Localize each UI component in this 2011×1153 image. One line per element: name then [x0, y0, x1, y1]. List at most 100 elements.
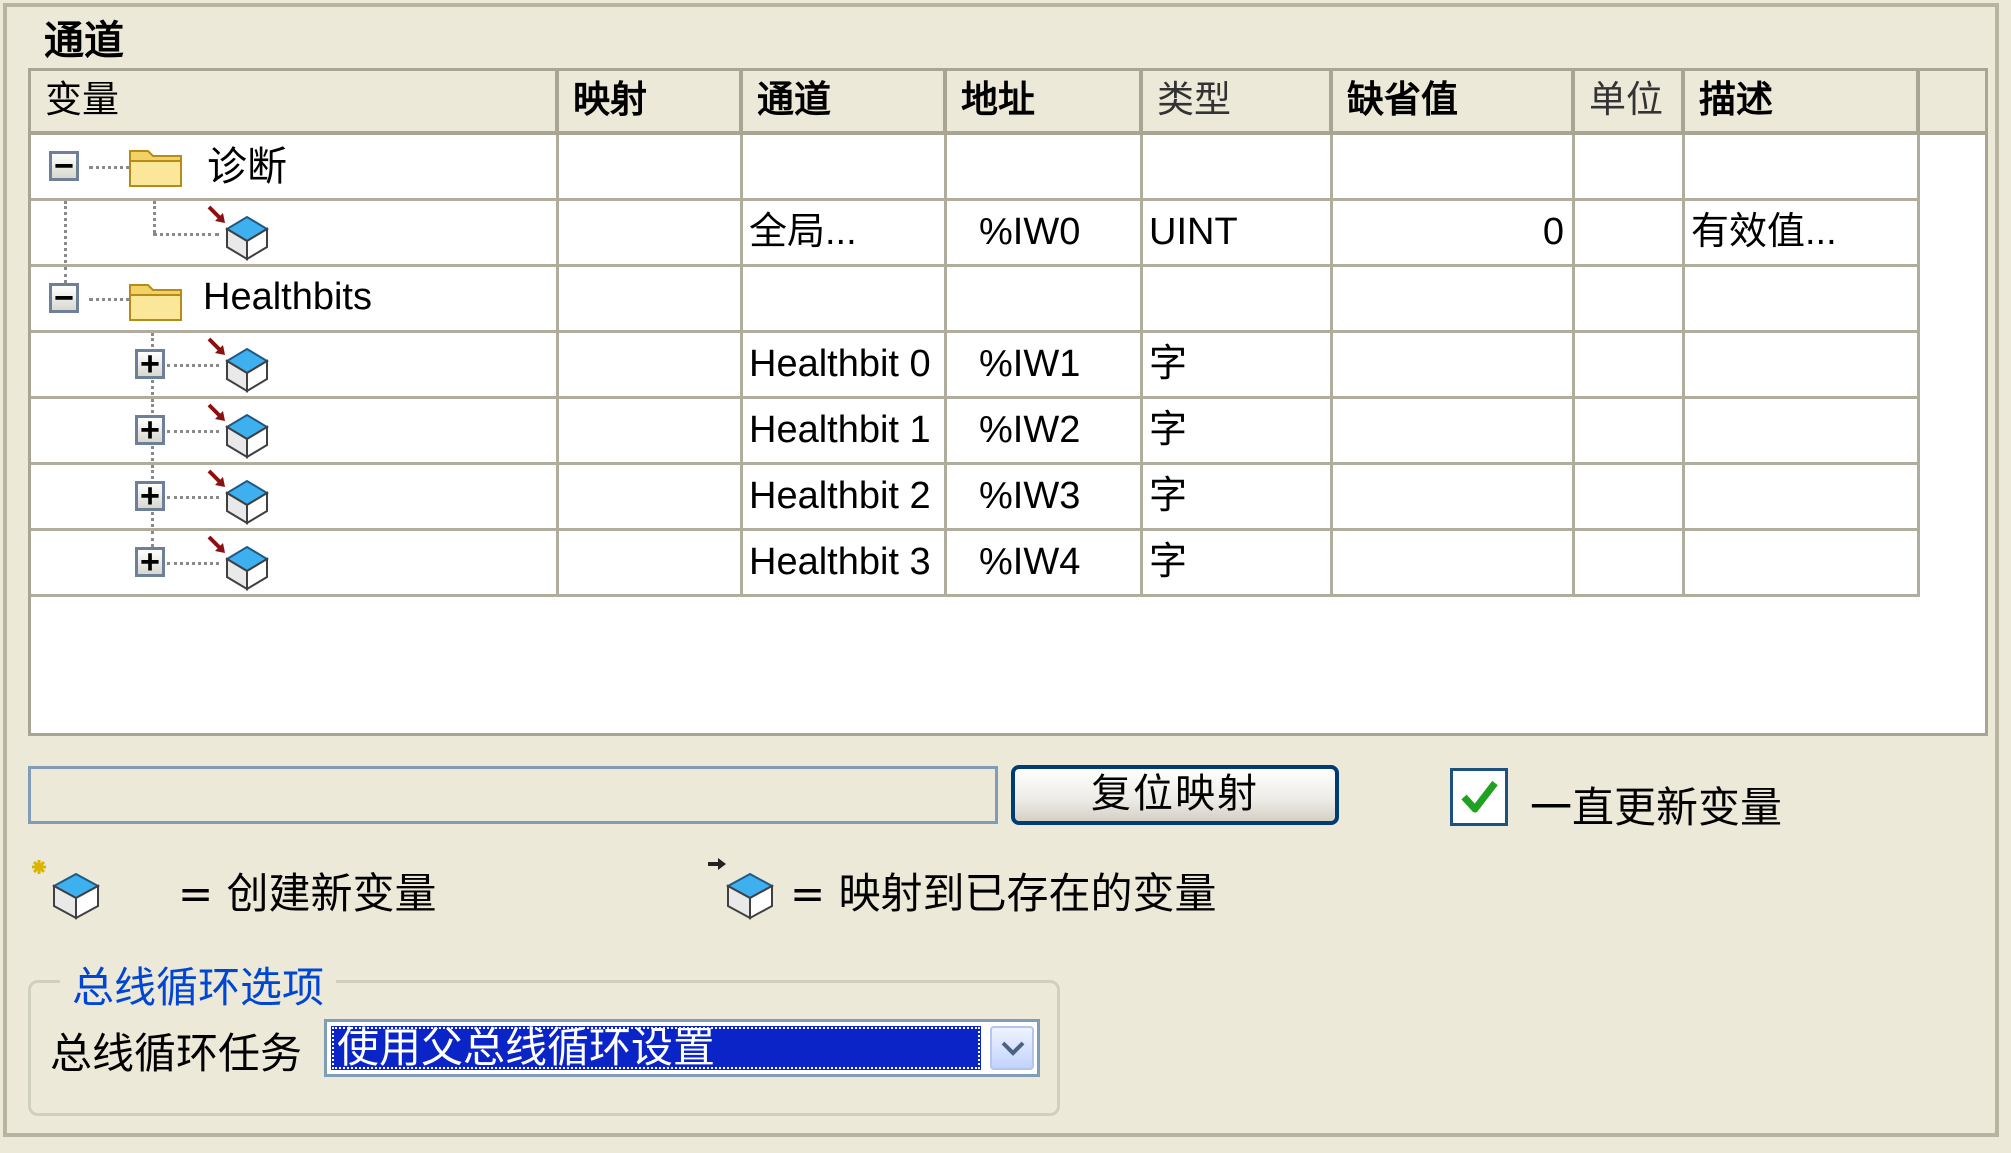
description-cell: [1685, 135, 1920, 198]
channel-cell: 全局...: [743, 201, 947, 264]
variable-cell: − 诊断: [31, 135, 559, 198]
filter-input[interactable]: [28, 766, 998, 824]
table-row[interactable]: + Healthbit 1 %IW2 字: [31, 399, 1920, 465]
default-cell: [1333, 399, 1575, 462]
chevron-down-icon: [1001, 1041, 1025, 1056]
grid-header: 变量 映射 通道 地址 类型 缺省值 单位 描述: [31, 71, 1985, 135]
variable-cell: +: [31, 333, 559, 396]
address-cell: %IW1: [947, 333, 1143, 396]
table-row[interactable]: + Healthbit 0 %IW1 字: [31, 333, 1920, 399]
type-cell: 字: [1143, 399, 1333, 462]
unit-cell: [1575, 135, 1685, 198]
variable-cell: [31, 201, 559, 264]
channel-cell: Healthbit 2: [743, 465, 947, 528]
always-update-label[interactable]: 一直更新变量: [1530, 774, 1782, 835]
mapping-cell[interactable]: [559, 333, 743, 396]
channel-cell: [743, 135, 947, 198]
channel-cell: [743, 267, 947, 330]
dropdown-button[interactable]: [990, 1026, 1034, 1070]
column-header-variable[interactable]: 变量: [31, 71, 559, 131]
table-row[interactable]: 全局... %IW0 UINT 0 有效值...: [31, 201, 1920, 267]
column-header-channel[interactable]: 通道: [743, 71, 947, 131]
address-cell: [947, 135, 1143, 198]
address-cell: %IW3: [947, 465, 1143, 528]
type-cell: [1143, 135, 1333, 198]
channel-cell: Healthbit 0: [743, 333, 947, 396]
map-existing-variable-icon: [207, 337, 269, 393]
column-header-type[interactable]: 类型: [1143, 71, 1333, 131]
map-existing-variable-icon: [207, 205, 269, 261]
map-existing-variable-icon: [207, 403, 269, 459]
default-cell: [1333, 531, 1575, 594]
unit-cell: [1575, 531, 1685, 594]
description-cell: [1685, 531, 1920, 594]
variable-cell: +: [31, 465, 559, 528]
reset-mapping-button[interactable]: 复位映射: [1011, 765, 1339, 825]
channel-grid: 变量 映射 通道 地址 类型 缺省值 单位 描述 − 诊断 全局... %IW0…: [28, 68, 1988, 736]
tree-line: [153, 201, 156, 233]
create-new-variable-icon: [32, 860, 101, 920]
unit-cell: [1575, 399, 1685, 462]
legend-map-existing: = 映射到已存在的变量: [790, 869, 1217, 918]
tree-line: [64, 201, 67, 263]
address-cell: %IW2: [947, 399, 1143, 462]
tree-node-label: Healthbits: [203, 276, 372, 318]
default-cell[interactable]: 0: [1333, 201, 1575, 264]
variable-cell: +: [31, 531, 559, 594]
bus-cycle-task-select[interactable]: 使用父总线循环设置: [324, 1019, 1040, 1077]
expand-icon[interactable]: +: [135, 347, 165, 379]
table-row[interactable]: + Healthbit 2 %IW3 字: [31, 465, 1920, 531]
default-cell: [1333, 267, 1575, 330]
variable-cell: +: [31, 399, 559, 462]
type-cell: [1143, 267, 1333, 330]
unit-cell: [1575, 267, 1685, 330]
channel-cell: Healthbit 1: [743, 399, 947, 462]
mapping-cell[interactable]: [559, 399, 743, 462]
mapping-cell[interactable]: [559, 135, 743, 198]
type-cell: 字: [1143, 333, 1333, 396]
description-cell: 有效值...: [1685, 201, 1920, 264]
mapping-cell[interactable]: [559, 201, 743, 264]
address-cell: [947, 267, 1143, 330]
description-cell: [1685, 399, 1920, 462]
column-header-unit[interactable]: 单位: [1575, 71, 1685, 131]
table-row[interactable]: − Healthbits: [31, 267, 1920, 333]
column-header-description[interactable]: 描述: [1685, 71, 1920, 131]
collapse-icon[interactable]: −: [49, 149, 79, 181]
column-header-mapping[interactable]: 映射: [559, 71, 743, 131]
address-cell: %IW0: [947, 201, 1143, 264]
type-cell: 字: [1143, 465, 1333, 528]
type-cell: UINT: [1143, 201, 1333, 264]
column-header-filler: [1920, 71, 1985, 131]
legend-create-new: = 创建新变量: [178, 869, 437, 918]
mapping-cell[interactable]: [559, 531, 743, 594]
unit-cell: [1575, 201, 1685, 264]
default-cell: [1333, 333, 1575, 396]
mapping-cell[interactable]: [559, 465, 743, 528]
expand-icon[interactable]: +: [135, 545, 165, 577]
default-cell: [1333, 135, 1575, 198]
table-row[interactable]: − 诊断: [31, 135, 1920, 201]
type-cell: 字: [1143, 531, 1333, 594]
expand-icon[interactable]: +: [135, 413, 165, 445]
tree-node-label: 诊断: [207, 145, 287, 189]
bus-cycle-task-label: 总线循环任务: [50, 1029, 303, 1078]
default-cell: [1333, 465, 1575, 528]
always-update-checkbox[interactable]: [1450, 768, 1508, 826]
folder-icon: [129, 150, 182, 187]
map-existing-variable-icon: [708, 858, 775, 920]
collapse-icon[interactable]: −: [49, 281, 79, 313]
description-cell: [1685, 465, 1920, 528]
description-cell: [1685, 333, 1920, 396]
column-header-default[interactable]: 缺省值: [1333, 71, 1575, 131]
column-header-address[interactable]: 地址: [947, 71, 1143, 131]
bus-cycle-task-value[interactable]: 使用父总线循环设置: [331, 1026, 981, 1070]
mapping-cell[interactable]: [559, 267, 743, 330]
checkmark-icon: [1461, 780, 1498, 813]
address-cell: %IW4: [947, 531, 1143, 594]
folder-icon: [129, 284, 182, 321]
table-row[interactable]: + Healthbit 3 %IW4 字: [31, 531, 1920, 597]
map-existing-variable-icon: [207, 469, 269, 525]
expand-icon[interactable]: +: [135, 479, 165, 511]
section-title: 通道: [44, 18, 124, 64]
